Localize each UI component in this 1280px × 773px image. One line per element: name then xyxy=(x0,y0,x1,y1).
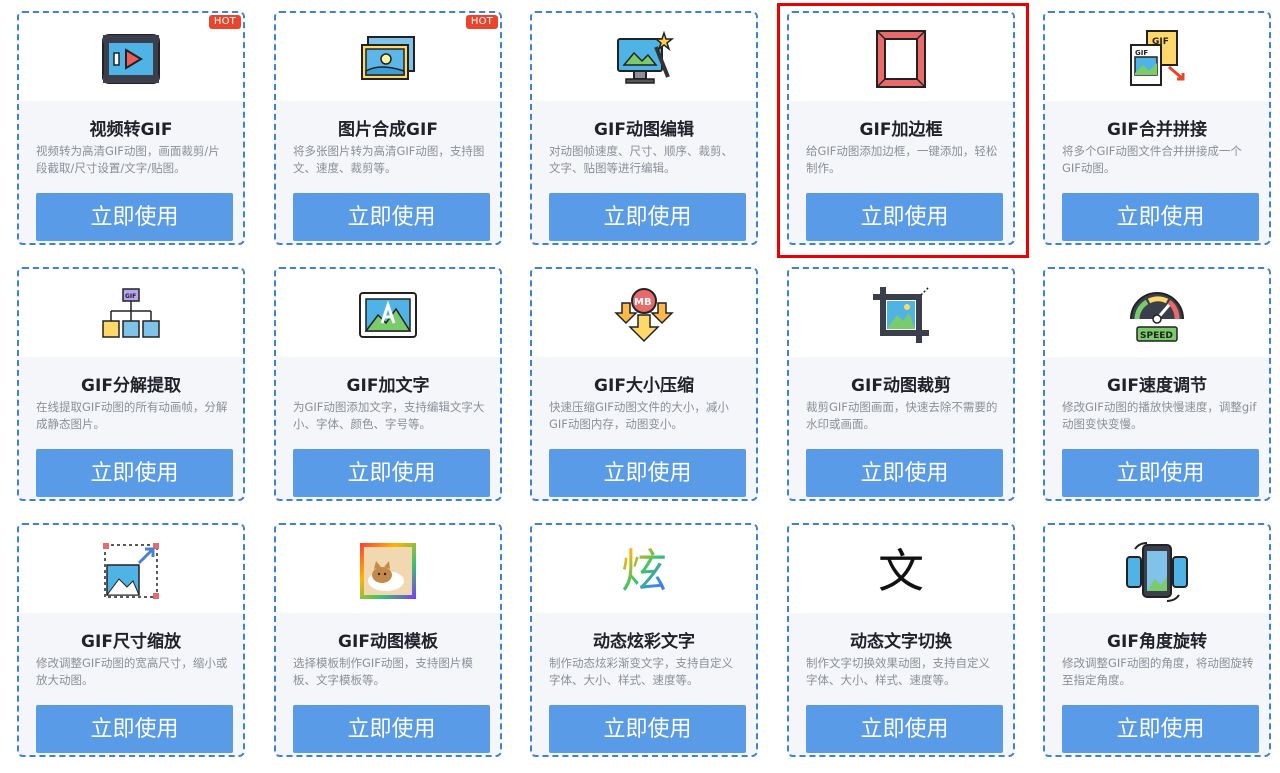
card-description: 选择模板制作GIF动图，支持图片模板、文字模板等。 xyxy=(293,656,473,687)
card-icon-area xyxy=(276,525,500,613)
use-now-button[interactable]: 立即使用 xyxy=(293,193,490,241)
card-title: 动态炫彩文字 xyxy=(593,632,695,652)
image-stack-icon xyxy=(356,27,420,91)
use-now-button[interactable]: 立即使用 xyxy=(806,193,1003,241)
tool-card[interactable]: GIF尺寸缩放修改调整GIF动图的宽高尺寸，缩小或放大动图。立即使用 xyxy=(17,523,245,757)
card-icon-area: 炫 xyxy=(532,525,756,613)
tool-grid: HOT 视频转GIF 视频转为高清GIF动图，画面裁剪/片段截取/尺寸设置/文字/贴… xyxy=(0,0,1280,773)
tool-card[interactable]: SPEED GIF速度调节修改GIF动图的播放快慢速度，调整gif动图变快变慢。立… xyxy=(1043,267,1271,501)
card-title: 图片合成GIF xyxy=(338,120,438,140)
card-description: 将多个GIF动图文件合并拼接成一个GIF动图。 xyxy=(1062,144,1242,175)
use-now-button[interactable]: 立即使用 xyxy=(806,705,1003,753)
use-now-button[interactable]: 立即使用 xyxy=(36,193,233,241)
text-switch-icon: 文 xyxy=(869,539,933,603)
card-title: GIF合并拼接 xyxy=(1107,120,1207,140)
card-description: 将多张图片转为高清GIF动图，支持图文、速度、裁剪等。 xyxy=(293,144,485,175)
card-title: GIF速度调节 xyxy=(1107,376,1207,396)
use-now-button[interactable]: 立即使用 xyxy=(1062,193,1259,241)
svg-text:MB: MB xyxy=(634,297,652,308)
card-icon-area xyxy=(789,269,1013,357)
colorful-text-icon: 炫 xyxy=(612,539,676,603)
svg-text:SPEED: SPEED xyxy=(1140,331,1173,341)
tool-card[interactable]: 文动态文字切换制作文字切换效果动图，支持自定义字体、大小、样式、速度等。立即使用 xyxy=(787,523,1015,757)
tool-card[interactable]: HOT 图片合成GIF 将多张图片转为高清GIF动图，支持图文、速度、裁剪等。立即使… xyxy=(274,11,502,245)
hot-badge: HOT xyxy=(465,15,498,29)
card-description: 在线提取GIF动图的所有动画帧，分解成静态图片。 xyxy=(36,400,228,431)
use-now-button[interactable]: 立即使用 xyxy=(549,193,746,241)
card-title: GIF大小压缩 xyxy=(594,376,694,396)
card-title: GIF动图裁剪 xyxy=(851,376,951,396)
card-description: 制作动态炫彩渐变文字，支持自定义字体、大小、样式、速度等。 xyxy=(549,656,733,687)
card-icon-area: 文 xyxy=(789,525,1013,613)
card-description: 修改调整GIF动图的宽高尺寸，缩小或放大动图。 xyxy=(36,656,228,687)
resize-icon xyxy=(99,539,163,603)
svg-text:GIF: GIF xyxy=(1135,49,1148,57)
card-title: GIF尺寸缩放 xyxy=(81,632,181,652)
tool-card[interactable]: GIF动图模板选择模板制作GIF动图，支持图片模板、文字模板等。立即使用 xyxy=(274,523,502,757)
tool-card[interactable]: GIF GIF GIF合并拼接将多个GIF动图文件合并拼接成一个GIF动图。立即使用 xyxy=(1043,11,1271,245)
use-now-button[interactable]: 立即使用 xyxy=(293,449,490,497)
image-text-icon xyxy=(356,283,420,347)
crop-icon xyxy=(869,283,933,347)
tool-card[interactable]: GIF加文字为GIF动图添加文字，支持编辑文字大小、字体、颜色、字号等。立即使用 xyxy=(274,267,502,501)
svg-text:GIF: GIF xyxy=(1152,37,1169,47)
svg-text:GIF: GIF xyxy=(125,293,136,300)
tool-card[interactable]: GIF动图裁剪裁剪GIF动图画面，快速去除不需要的水印或画面。立即使用 xyxy=(787,267,1015,501)
card-title: GIF分解提取 xyxy=(81,376,181,396)
speed-gauge-icon: SPEED xyxy=(1125,283,1189,347)
card-title: GIF角度旋转 xyxy=(1107,632,1207,652)
card-icon-area: GIF xyxy=(19,269,243,357)
card-description: 制作文字切换效果动图，支持自定义字体、大小、样式、速度等。 xyxy=(806,656,990,687)
hot-badge: HOT xyxy=(208,15,241,29)
use-now-button[interactable]: 立即使用 xyxy=(549,449,746,497)
card-title: 动态文字切换 xyxy=(850,632,952,652)
card-title: GIF动图编辑 xyxy=(594,120,694,140)
tool-card[interactable]: GIF角度旋转修改调整GIF动图的角度，将动图旋转至指定角度。立即使用 xyxy=(1043,523,1271,757)
tool-card[interactable]: GIF动图编辑对动图帧速度、尺寸、顺序、裁剪、文字、贴图等进行编辑。立即使用 xyxy=(530,11,758,245)
card-icon-area: GIF GIF xyxy=(1045,13,1269,101)
video-play-icon xyxy=(99,27,163,91)
card-description: 修改调整GIF动图的角度，将动图旋转至指定角度。 xyxy=(1062,656,1254,687)
icon-glyph: 炫 xyxy=(612,539,676,603)
card-icon-area xyxy=(276,269,500,357)
card-title: GIF加边框 xyxy=(859,120,943,140)
card-description: 裁剪GIF动图画面，快速去除不需要的水印或画面。 xyxy=(806,400,998,431)
monitor-edit-icon xyxy=(612,27,676,91)
use-now-button[interactable]: 立即使用 xyxy=(36,705,233,753)
merge-files-icon: GIF GIF xyxy=(1125,27,1189,91)
card-description: 对动图帧速度、尺寸、顺序、裁剪、文字、贴图等进行编辑。 xyxy=(549,144,733,175)
use-now-button[interactable]: 立即使用 xyxy=(806,449,1003,497)
card-icon-area: SPEED xyxy=(1045,269,1269,357)
card-icon-area xyxy=(1045,525,1269,613)
card-description: 快速压缩GIF动图文件的大小，减小GIF动图内存，动图变小。 xyxy=(549,400,729,431)
tool-card[interactable]: 炫动态炫彩文字制作动态炫彩渐变文字，支持自定义字体、大小、样式、速度等。立即使用 xyxy=(530,523,758,757)
use-now-button[interactable]: 立即使用 xyxy=(1062,449,1259,497)
card-title: GIF加文字 xyxy=(346,376,430,396)
card-icon-area xyxy=(789,13,1013,101)
tool-card[interactable]: GIF GIF分解提取在线提取GIF动图的所有动画帧，分解成静态图片。立即使用 xyxy=(17,267,245,501)
card-description: 视频转为高清GIF动图，画面裁剪/片段截取/尺寸设置/文字/贴图。 xyxy=(36,144,220,175)
card-description: 为GIF动图添加文字，支持编辑文字大小、字体、颜色、字号等。 xyxy=(293,400,485,431)
rotate-phone-icon xyxy=(1125,539,1189,603)
hierarchy-split-icon: GIF xyxy=(99,283,163,347)
icon-glyph: 文 xyxy=(878,544,924,598)
card-icon-area xyxy=(19,525,243,613)
tool-card[interactable]: MB GIF大小压缩快速压缩GIF动图文件的大小，减小GIF动图内存，动图变小。立… xyxy=(530,267,758,501)
use-now-button[interactable]: 立即使用 xyxy=(293,705,490,753)
compress-mb-icon: MB xyxy=(612,283,676,347)
use-now-button[interactable]: 立即使用 xyxy=(1062,705,1259,753)
card-title: 视频转GIF xyxy=(89,120,173,140)
use-now-button[interactable]: 立即使用 xyxy=(549,705,746,753)
tool-card[interactable]: HOT 视频转GIF 视频转为高清GIF动图，画面裁剪/片段截取/尺寸设置/文字/贴… xyxy=(17,11,245,245)
tool-card[interactable]: GIF加边框给GIF动图添加边框，一键添加，轻松制作。立即使用 xyxy=(787,11,1015,245)
card-description: 给GIF动图添加边框，一键添加，轻松制作。 xyxy=(806,144,998,175)
cat-template-icon xyxy=(356,539,420,603)
card-icon-area xyxy=(532,13,756,101)
frame-border-icon xyxy=(869,27,933,91)
card-title: GIF动图模板 xyxy=(338,632,438,652)
card-icon-area: MB xyxy=(532,269,756,357)
use-now-button[interactable]: 立即使用 xyxy=(36,449,233,497)
card-description: 修改GIF动图的播放快慢速度，调整gif动图变快变慢。 xyxy=(1062,400,1257,431)
